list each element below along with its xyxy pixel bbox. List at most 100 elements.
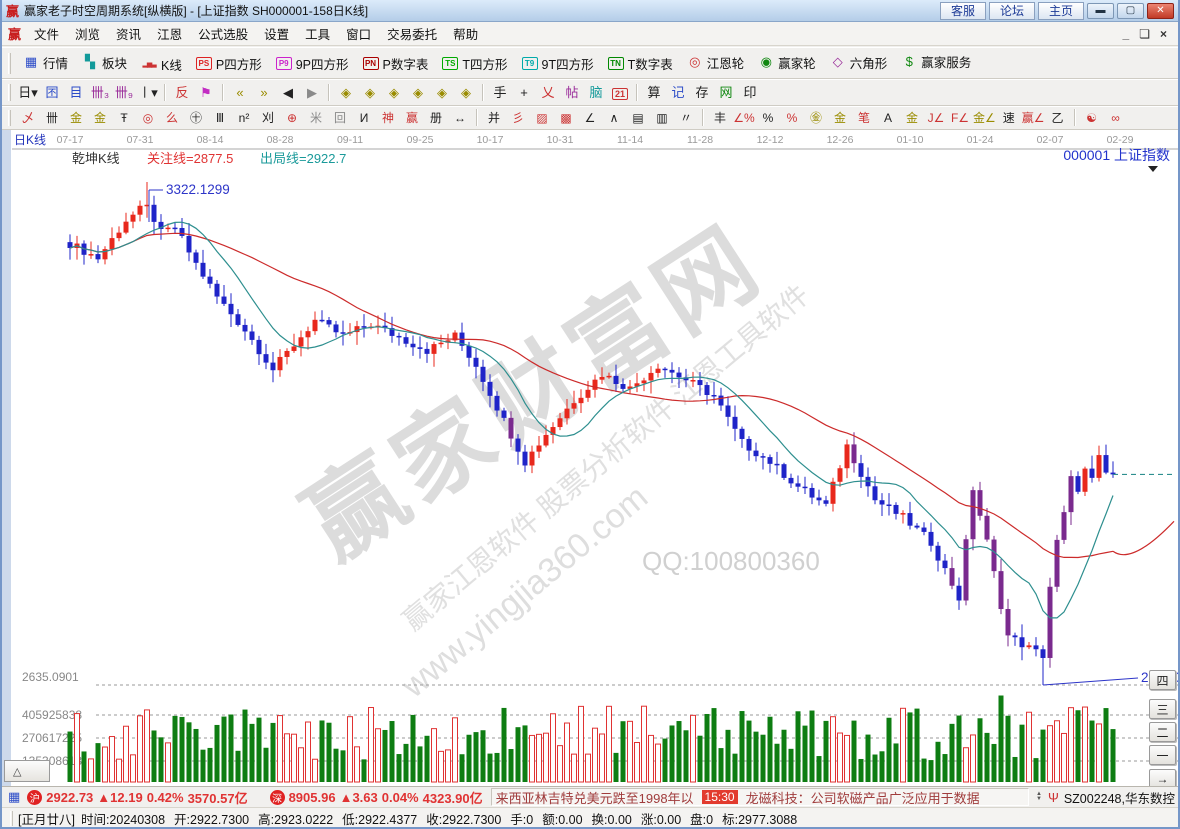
- menu-浏览[interactable]: 浏览: [67, 26, 108, 44]
- menu-交易委托[interactable]: 交易委托: [379, 26, 445, 44]
- toolbar-sectors[interactable]: ▚板块: [75, 53, 134, 72]
- tool-infinity[interactable]: ∞: [1105, 109, 1127, 128]
- tool-count-ruler[interactable]: 册: [425, 108, 447, 127]
- tool-pen-tool[interactable]: 乄: [17, 108, 39, 127]
- tool-speed-angle[interactable]: 速: [998, 108, 1020, 127]
- indicator-expand-button[interactable]: △: [4, 760, 50, 782]
- tool-gann-diamond-2[interactable]: ◈: [359, 82, 381, 103]
- tool-frame-box[interactable]: 回: [329, 108, 351, 127]
- menu-工具[interactable]: 工具: [297, 26, 338, 44]
- pane-layout-button-2[interactable]: 三: [1149, 699, 1176, 719]
- tool-comb-lines[interactable]: 卌: [41, 108, 63, 127]
- pane-layout-button-4[interactable]: 一: [1149, 745, 1176, 765]
- tool-percent-line[interactable]: %: [781, 109, 803, 128]
- tool-percent[interactable]: %: [757, 109, 779, 128]
- tool-period-selector[interactable]: 日▾: [17, 81, 39, 102]
- tool-god-grid[interactable]: 神: [377, 108, 399, 127]
- menu-公式选股[interactable]: 公式选股: [190, 26, 256, 44]
- kline-chart[interactable]: 赢家财富网赢家江恩软件 股票分析软件 江恩工具软件www.yingjia360.…: [12, 130, 1178, 786]
- tool-bars-3[interactable]: 卌₃: [89, 81, 111, 102]
- tool-gann-diamond-5[interactable]: ◈: [431, 82, 453, 103]
- toolbar-quotes[interactable]: ▦行情: [16, 53, 75, 72]
- pane-layout-button-1[interactable]: 四: [1149, 670, 1176, 690]
- toolbar-winner-wheel[interactable]: ◉赢家轮: [751, 53, 823, 72]
- table-icon[interactable]: ▦: [8, 789, 20, 805]
- tool-n-square[interactable]: n²: [233, 109, 255, 128]
- tool-brain-tool[interactable]: 脑: [585, 81, 607, 102]
- tool-gate-lines[interactable]: 并: [483, 108, 505, 127]
- menu-帮助[interactable]: 帮助: [445, 26, 486, 44]
- news-ticker[interactable]: 来西亚林吉特兑美元跌至1998年以 15:30 龙磁科技：公司软磁产品广泛应用于…: [491, 788, 1029, 806]
- tool-a-frame[interactable]: A: [877, 109, 899, 128]
- tool-calculator[interactable]: 算: [643, 81, 665, 102]
- titlebar-link-客服[interactable]: 客服: [940, 2, 986, 20]
- tool-snip-tool[interactable]: 乂: [537, 81, 559, 102]
- tool-star-grid[interactable]: 米: [305, 108, 327, 127]
- news-scroll-spinner[interactable]: ▲▼: [1036, 792, 1042, 802]
- tool-gold-rule[interactable]: 金: [829, 108, 851, 127]
- toolbar-kline[interactable]: ▂▅▃K线: [134, 55, 189, 74]
- tool-gann-diamond-1[interactable]: ◈: [335, 82, 357, 103]
- menu-窗口[interactable]: 窗口: [338, 26, 379, 44]
- tool-gold-comb-2[interactable]: 金: [89, 108, 111, 127]
- tool-prev-page[interactable]: ◀: [277, 82, 299, 103]
- tool-ink-brush[interactable]: 笔: [853, 108, 875, 127]
- tool-f-angle[interactable]: F∠: [949, 109, 971, 128]
- titlebar-link-论坛[interactable]: 论坛: [989, 2, 1035, 20]
- tool-notes[interactable]: 记: [667, 81, 689, 102]
- tool-gann-diamond-3[interactable]: ◈: [383, 82, 405, 103]
- pane-layout-button-3[interactable]: 二: [1149, 722, 1176, 742]
- tool-j-angle[interactable]: J∠: [925, 109, 947, 128]
- tool-gann-diamond-4[interactable]: ◈: [407, 82, 429, 103]
- tool-slash-lines[interactable]: 〃: [675, 108, 697, 127]
- toolbar-9p-square[interactable]: P99P四方形: [269, 54, 356, 73]
- menu-江恩[interactable]: 江恩: [149, 26, 190, 44]
- close-button[interactable]: ✕: [1147, 3, 1174, 19]
- tool-gold-comb-1[interactable]: 金: [65, 108, 87, 127]
- tool-fan-lines[interactable]: 彡: [507, 108, 529, 127]
- tool-win-angle[interactable]: 赢∠: [1022, 108, 1045, 127]
- menu-资讯[interactable]: 资讯: [108, 26, 149, 44]
- tool-brush[interactable]: 么: [161, 108, 183, 127]
- tool-gold-ring[interactable]: ㊎: [805, 108, 827, 127]
- tool-angle-lines[interactable]: ∠: [579, 109, 601, 128]
- toolbar-9t-square[interactable]: T99T四方形: [515, 54, 601, 73]
- mdi-minimize-button[interactable]: _: [1118, 27, 1135, 41]
- tool-gann-shapes[interactable]: 囨: [41, 81, 63, 102]
- tool-coil[interactable]: ◎: [137, 109, 159, 128]
- minimize-button[interactable]: ▬: [1087, 3, 1114, 19]
- tool-grid-b[interactable]: ▥: [651, 109, 673, 128]
- mdi-close-button[interactable]: ×: [1155, 27, 1172, 41]
- tool-print[interactable]: 印: [739, 81, 761, 102]
- tool-bars-9[interactable]: 卌₉: [113, 81, 135, 102]
- titlebar-link-主页[interactable]: 主页: [1038, 2, 1084, 20]
- toolbar-p-number-table[interactable]: PNP数字表: [356, 54, 436, 73]
- tool-wave-angle[interactable]: ∧: [603, 109, 625, 128]
- toolbar-winner-service[interactable]: $赢家服务: [894, 52, 978, 71]
- tool-reverse-chart[interactable]: 反: [171, 81, 193, 102]
- tool-win-grid[interactable]: 赢: [401, 108, 423, 127]
- tool-network[interactable]: 网: [715, 81, 737, 102]
- tool-wave-mark[interactable]: И: [353, 109, 375, 128]
- tool-hand-tool[interactable]: 手: [489, 81, 511, 102]
- tool-z-angle[interactable]: 乙: [1047, 108, 1069, 127]
- tool-grid-a[interactable]: ▤: [627, 109, 649, 128]
- tool-gold-angle[interactable]: 金∠: [973, 108, 996, 127]
- toolbar-t-square[interactable]: TST四方形: [435, 54, 514, 73]
- tool-f-comb[interactable]: Ŧ: [113, 109, 135, 128]
- tool-next-page[interactable]: ▶: [301, 82, 323, 103]
- tool-rails[interactable]: Ⅲ: [209, 109, 231, 128]
- tool-image-tool[interactable]: 帖: [561, 81, 583, 102]
- tool-gold-base[interactable]: 金: [901, 108, 923, 127]
- tool-detail-board[interactable]: 目: [65, 81, 87, 102]
- toolbar-hexagon[interactable]: ◇六角形: [823, 53, 895, 72]
- toolbar-p-square[interactable]: PSP四方形: [189, 54, 269, 73]
- tool-red-box[interactable]: ▩: [555, 109, 577, 128]
- tool-circle-degree[interactable]: ㊉: [185, 108, 207, 127]
- menu-设置[interactable]: 设置: [256, 26, 297, 44]
- toolbar-gann-wheel[interactable]: ◎江恩轮: [680, 53, 752, 72]
- tool-hatch-box[interactable]: ▨: [531, 109, 553, 128]
- tool-angle-percent[interactable]: ∠%: [733, 109, 755, 128]
- tool-target[interactable]: ⊕: [281, 109, 303, 128]
- toolbar-t-number-table[interactable]: TNT数字表: [601, 54, 680, 73]
